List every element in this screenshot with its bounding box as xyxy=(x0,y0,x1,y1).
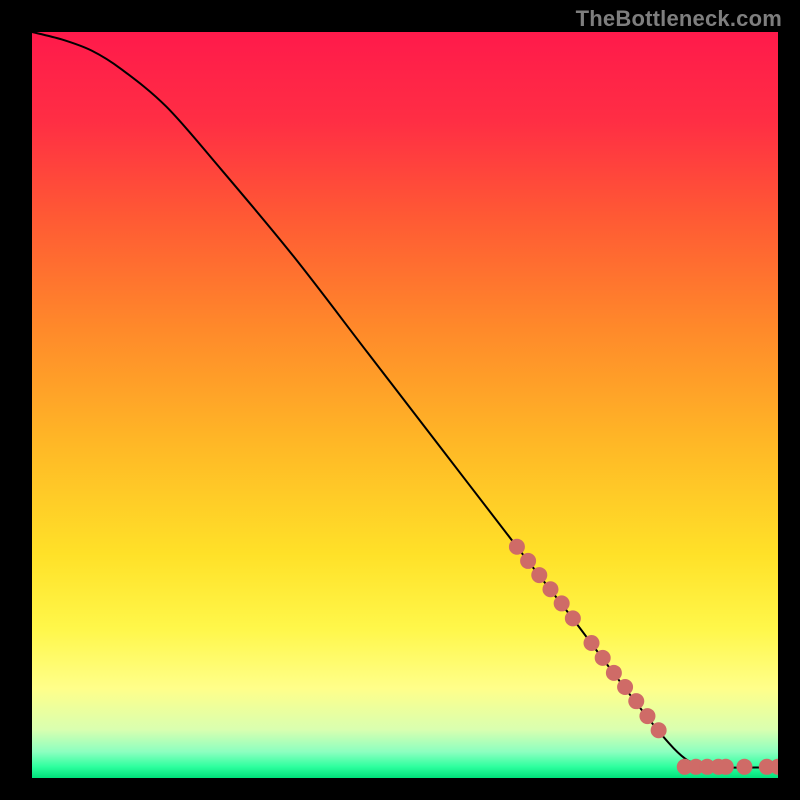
highlight-point xyxy=(542,581,558,597)
highlight-point xyxy=(509,539,525,555)
highlight-point xyxy=(651,722,667,738)
highlight-point xyxy=(718,759,734,775)
highlight-point xyxy=(554,595,570,611)
highlight-point xyxy=(628,693,644,709)
highlight-point xyxy=(520,553,536,569)
highlight-point xyxy=(531,567,547,583)
chart-svg xyxy=(32,32,778,778)
highlight-point xyxy=(606,665,622,681)
chart-frame: TheBottleneck.com xyxy=(0,0,800,800)
highlight-point xyxy=(617,679,633,695)
highlight-point xyxy=(736,759,752,775)
highlight-point xyxy=(565,610,581,626)
highlight-point xyxy=(584,635,600,651)
plot-area xyxy=(32,32,778,778)
highlight-point xyxy=(595,650,611,666)
highlight-point xyxy=(639,708,655,724)
gradient-background xyxy=(32,32,778,778)
attribution-label: TheBottleneck.com xyxy=(576,6,782,32)
